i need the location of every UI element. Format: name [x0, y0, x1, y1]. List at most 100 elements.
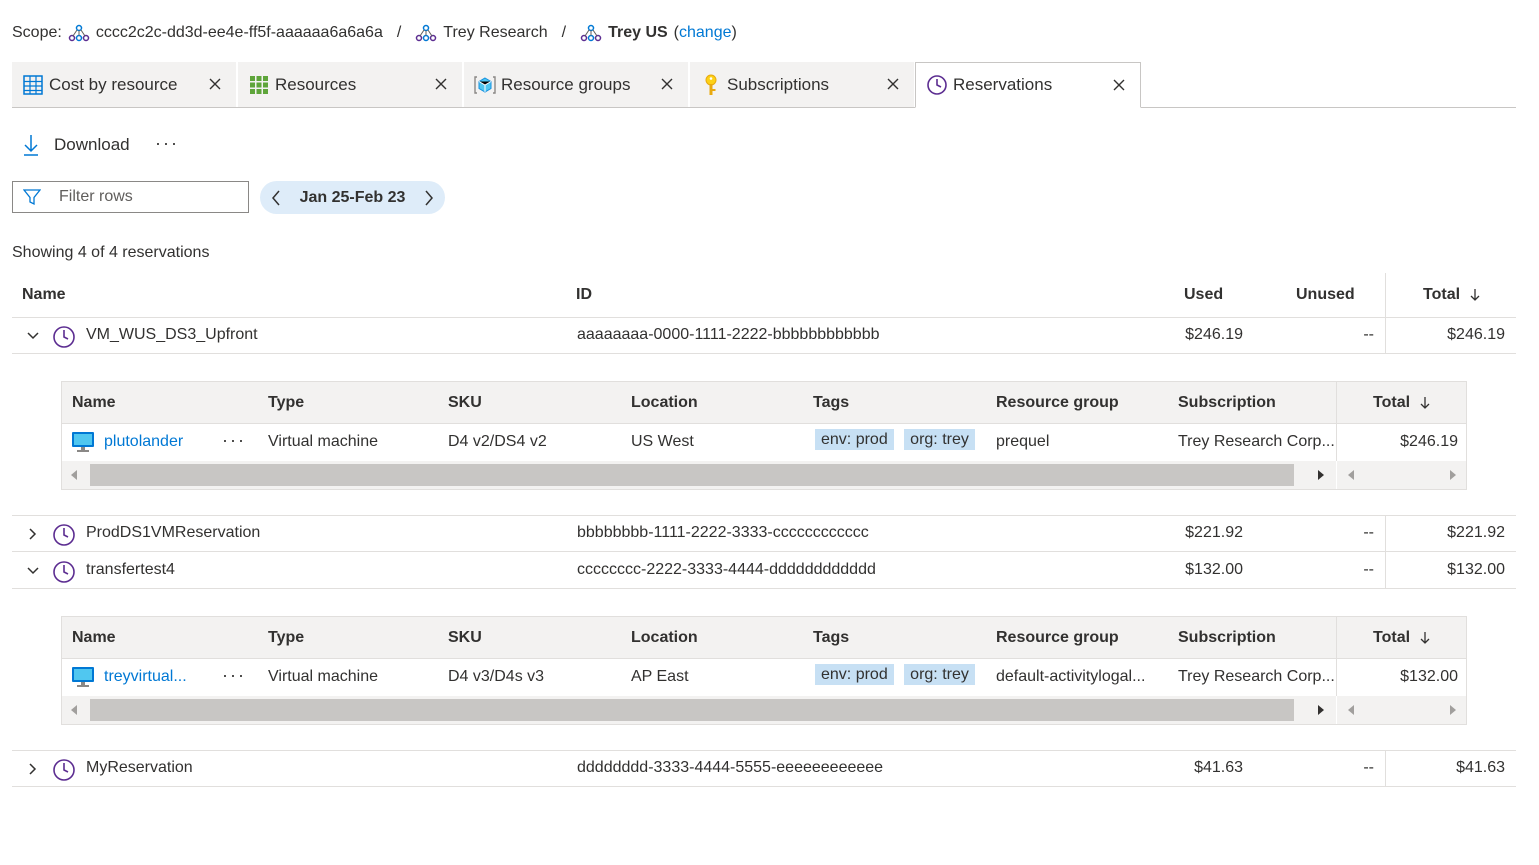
resource-type: Virtual machine: [268, 433, 378, 450]
resource-link[interactable]: plutolander: [104, 433, 183, 451]
nested-col-total[interactable]: Total: [1373, 629, 1430, 647]
reservation-resources-table: Name Type SKU Location Tags Resource gro…: [61, 381, 1467, 490]
nested-col-tags[interactable]: Tags: [813, 629, 849, 647]
tab-cost-by-resource[interactable]: Cost by resource: [12, 62, 236, 107]
change-scope-link[interactable]: change: [679, 24, 732, 42]
column-divider: [1385, 516, 1386, 551]
scroll-right-icon[interactable]: [1449, 469, 1457, 481]
download-button[interactable]: Download: [22, 131, 130, 159]
tab-resource-groups[interactable]: Resource groups: [464, 62, 688, 107]
chevron-left-icon[interactable]: [270, 189, 282, 207]
resource-group-icon: [474, 74, 496, 96]
date-range-picker: Jan 25-Feb 23: [260, 181, 445, 214]
reservation-total: $221.92: [1447, 524, 1505, 541]
nested-col-name[interactable]: Name: [72, 394, 116, 412]
nested-col-location[interactable]: Location: [631, 394, 698, 412]
scroll-left-icon[interactable]: [1347, 469, 1355, 481]
nested-col-subscription[interactable]: Subscription: [1178, 629, 1276, 647]
nested-col-sku[interactable]: SKU: [448, 629, 482, 647]
reservation-used: $221.92: [1185, 524, 1243, 541]
tab-subscriptions[interactable]: Subscriptions: [690, 62, 914, 107]
reservation-used: $41.63: [1194, 759, 1243, 776]
column-divider: [1336, 617, 1337, 696]
virtual-machine-icon: [72, 432, 94, 452]
scroll-left-icon[interactable]: [70, 704, 78, 716]
col-header-total[interactable]: Total: [1423, 286, 1480, 304]
scope-parent[interactable]: Trey Research: [443, 24, 547, 42]
chevron-down-icon[interactable]: [26, 564, 40, 578]
tag-chip: org: trey: [904, 664, 975, 685]
reservation-unused: --: [1363, 759, 1374, 776]
reservation-unused: --: [1363, 326, 1374, 343]
scrollbar-thumb[interactable]: [90, 464, 1294, 486]
close-icon[interactable]: [1110, 76, 1128, 94]
nested-col-sku[interactable]: SKU: [448, 394, 482, 412]
close-icon[interactable]: [206, 75, 224, 93]
close-icon[interactable]: [658, 75, 676, 93]
change-paren-close: ): [731, 24, 737, 41]
scrollbar-thumb[interactable]: [90, 699, 1294, 721]
nested-col-resource-group[interactable]: Resource group: [996, 629, 1119, 647]
nested-col-subscription[interactable]: Subscription: [1178, 394, 1276, 412]
divider: [12, 786, 1516, 787]
nested-col-resource-group[interactable]: Resource group: [996, 394, 1119, 412]
col-header-total-label: Total: [1423, 286, 1461, 303]
more-actions-button[interactable]: ···: [155, 133, 179, 154]
resource-total: $246.19: [1400, 433, 1458, 450]
close-icon[interactable]: [432, 75, 450, 93]
col-header-name[interactable]: Name: [22, 286, 66, 304]
breadcrumb-separator: /: [561, 24, 567, 41]
reservation-name: transfertest4: [86, 561, 175, 578]
reservation-total: $132.00: [1447, 561, 1505, 578]
tag-chip: env: prod: [815, 429, 894, 450]
chevron-right-icon[interactable]: [26, 527, 40, 541]
clock-icon: [926, 74, 948, 96]
scope-current: Trey US: [608, 24, 668, 41]
nested-col-type[interactable]: Type: [268, 394, 304, 412]
nested-col-type[interactable]: Type: [268, 629, 304, 647]
tab-resources[interactable]: Resources: [238, 62, 462, 107]
col-header-unused[interactable]: Unused: [1296, 286, 1355, 304]
date-range-label[interactable]: Jan 25-Feb 23: [300, 189, 406, 207]
horizontal-scrollbar[interactable]: [62, 461, 1336, 489]
resource-subscription: Trey Research Corp...: [1178, 433, 1335, 450]
reservation-total: $246.19: [1447, 326, 1505, 343]
nested-col-tags[interactable]: Tags: [813, 394, 849, 412]
reservation-id: aaaaaaaa-0000-1111-2222-bbbbbbbbbbbb: [577, 326, 880, 343]
tab-label: Subscriptions: [727, 74, 830, 94]
reservation-clock-icon: [53, 326, 75, 348]
reservation-name: VM_WUS_DS3_Upfront: [86, 326, 258, 343]
scope-mg-id[interactable]: cccc2c2c-dd3d-ee4e-ff5f-aaaaaa6a6a6a: [96, 24, 383, 42]
scroll-right-icon[interactable]: [1449, 704, 1457, 716]
reservation-name: ProdDS1VMReservation: [86, 524, 261, 541]
col-header-used[interactable]: Used: [1184, 286, 1223, 304]
results-count: Showing 4 of 4 reservations: [12, 244, 210, 261]
chevron-right-icon[interactable]: [423, 189, 435, 207]
grid-icon: [22, 74, 44, 96]
horizontal-scrollbar[interactable]: [62, 696, 1336, 724]
filter-icon: [23, 189, 41, 206]
scroll-left-icon[interactable]: [1347, 704, 1355, 716]
horizontal-scrollbar[interactable]: [1337, 461, 1466, 489]
chevron-down-icon[interactable]: [26, 329, 40, 343]
resource-group: default-activitylogal...: [996, 668, 1146, 685]
nested-col-name[interactable]: Name: [72, 629, 116, 647]
chevron-right-icon[interactable]: [26, 762, 40, 776]
resource-link[interactable]: treyvirtual...: [104, 668, 187, 686]
resource-more-button[interactable]: ···: [222, 430, 246, 451]
tab-reservations[interactable]: Reservations: [915, 62, 1141, 108]
resource-more-button[interactable]: ···: [222, 665, 246, 686]
tag-chips: env: prod org: trey: [815, 429, 975, 450]
scroll-right-icon[interactable]: [1317, 469, 1325, 481]
nested-col-total[interactable]: Total: [1373, 394, 1430, 412]
col-header-id[interactable]: ID: [576, 286, 592, 304]
scroll-left-icon[interactable]: [70, 469, 78, 481]
scope-breadcrumb: Scope: cccc2c2c-dd3d-ee4e-ff5f-aaaaaa6a6…: [12, 21, 737, 45]
scroll-right-icon[interactable]: [1317, 704, 1325, 716]
nested-col-location[interactable]: Location: [631, 629, 698, 647]
column-divider: [1385, 552, 1386, 588]
close-icon[interactable]: [884, 75, 902, 93]
reservation-used: $246.19: [1185, 326, 1243, 343]
horizontal-scrollbar[interactable]: [1337, 696, 1466, 724]
filter-rows-input[interactable]: [59, 188, 229, 206]
